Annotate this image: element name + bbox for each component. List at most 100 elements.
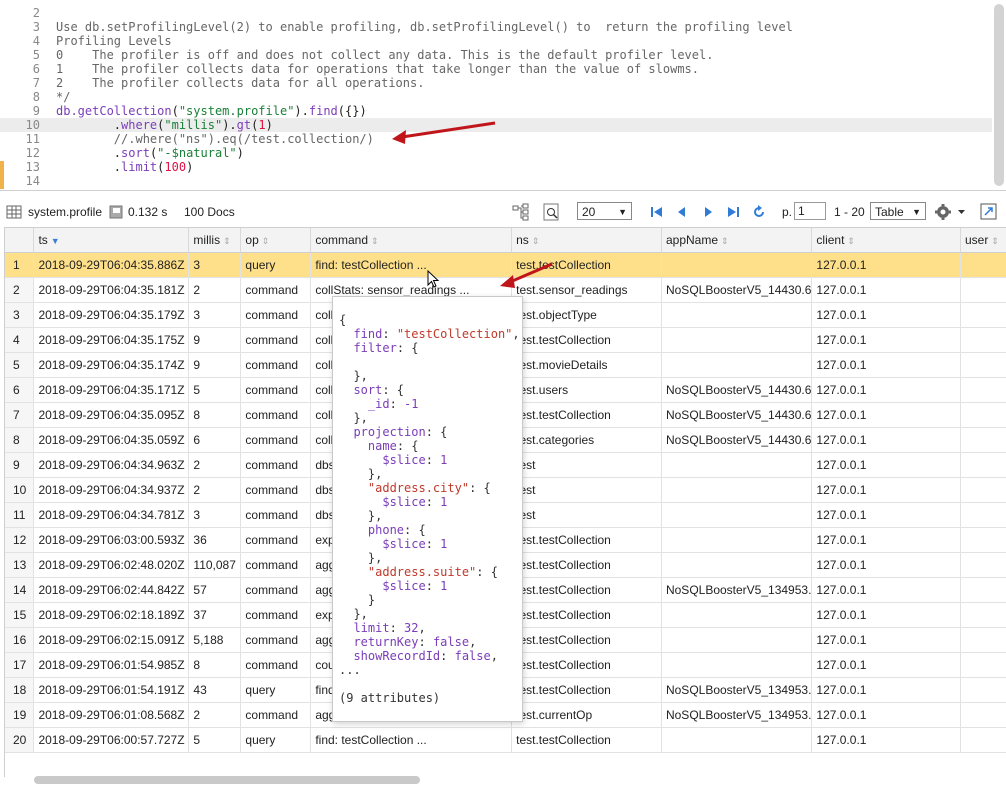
row-number[interactable]: 9 bbox=[5, 452, 35, 478]
cell-client[interactable]: 127.0.0.1 bbox=[811, 602, 961, 628]
cell-client[interactable]: 127.0.0.1 bbox=[811, 402, 961, 428]
column-header-command[interactable]: command ⇕ bbox=[310, 228, 513, 253]
column-header-millis[interactable]: millis ⇕ bbox=[188, 228, 242, 253]
editor-scrollbar[interactable] bbox=[994, 4, 1004, 186]
cell-user[interactable] bbox=[960, 502, 1006, 528]
row-number[interactable]: 18 bbox=[5, 677, 35, 703]
cell-appName[interactable] bbox=[661, 302, 813, 328]
first-page-icon[interactable] bbox=[650, 205, 664, 219]
cell-op[interactable]: command bbox=[240, 502, 312, 528]
cell-op[interactable]: command bbox=[240, 702, 312, 728]
cell-millis[interactable]: 36 bbox=[188, 527, 242, 553]
cell-user[interactable] bbox=[960, 602, 1006, 628]
cell-ts[interactable]: 2018-09-29T06:04:35.171Z bbox=[33, 377, 190, 403]
code-editor[interactable]: 2 3 Use db.setProfilingLevel(2) to enable … bbox=[0, 0, 1006, 191]
row-number[interactable]: 19 bbox=[5, 702, 35, 728]
cell-millis[interactable]: 2 bbox=[188, 477, 242, 503]
cell-millis[interactable]: 2 bbox=[188, 702, 242, 728]
cell-user[interactable] bbox=[960, 402, 1006, 428]
expand-panel-icon[interactable] bbox=[980, 198, 998, 226]
row-number[interactable]: 14 bbox=[5, 577, 35, 603]
column-header-op[interactable]: op ⇕ bbox=[240, 228, 312, 253]
cell-client[interactable]: 127.0.0.1 bbox=[811, 452, 961, 478]
cell-appName[interactable]: NoSQLBoosterV5_134953. bbox=[661, 702, 813, 728]
column-header-appName[interactable]: appName ⇕ bbox=[661, 228, 813, 253]
cell-ns[interactable]: test.testCollection bbox=[511, 727, 662, 753]
cell-ts[interactable]: 2018-09-29T06:04:35.886Z bbox=[33, 252, 190, 278]
cell-appName[interactable] bbox=[661, 252, 813, 278]
cell-millis[interactable]: 3 bbox=[188, 502, 242, 528]
cell-ns[interactable]: test.categories bbox=[511, 427, 662, 453]
cell-ts[interactable]: 2018-09-29T06:00:57.727Z bbox=[33, 727, 190, 753]
cell-op[interactable]: command bbox=[240, 577, 312, 603]
cell-millis[interactable]: 37 bbox=[188, 602, 242, 628]
cell-ns[interactable]: test.testCollection bbox=[511, 402, 662, 428]
cell-millis[interactable]: 3 bbox=[188, 302, 242, 328]
cell-op[interactable]: command bbox=[240, 377, 312, 403]
row-number[interactable]: 10 bbox=[5, 477, 35, 503]
cell-client[interactable]: 127.0.0.1 bbox=[811, 327, 961, 353]
cell-ns[interactable]: test.testCollection bbox=[511, 327, 662, 353]
cell-ts[interactable]: 2018-09-29T06:03:00.593Z bbox=[33, 527, 190, 553]
cell-ts[interactable]: 2018-09-29T06:04:35.095Z bbox=[33, 402, 190, 428]
cell-ts[interactable]: 2018-09-29T06:01:54.191Z bbox=[33, 677, 190, 703]
row-number[interactable]: 1 bbox=[5, 252, 35, 278]
page-number-input[interactable]: 1 bbox=[794, 202, 826, 220]
cell-client[interactable]: 127.0.0.1 bbox=[811, 502, 961, 528]
cell-ts[interactable]: 2018-09-29T06:01:08.568Z bbox=[33, 702, 190, 728]
cell-user[interactable] bbox=[960, 652, 1006, 678]
refresh-icon[interactable] bbox=[752, 205, 766, 219]
column-header-client[interactable]: client ⇕ bbox=[811, 228, 961, 253]
cell-user[interactable] bbox=[960, 702, 1006, 728]
cell-millis[interactable]: 3 bbox=[188, 252, 242, 278]
code-line[interactable]: 13 .limit(100) bbox=[0, 160, 992, 174]
tree-view-icon[interactable] bbox=[512, 198, 530, 226]
cell-op[interactable]: command bbox=[240, 527, 312, 553]
cell-appName[interactable]: NoSQLBoosterV5_134953. bbox=[661, 677, 813, 703]
cell-op[interactable]: command bbox=[240, 452, 312, 478]
row-number[interactable]: 7 bbox=[5, 402, 35, 428]
row-number[interactable]: 5 bbox=[5, 352, 35, 378]
cell-ts[interactable]: 2018-09-29T06:01:54.985Z bbox=[33, 652, 190, 678]
cell-op[interactable]: command bbox=[240, 402, 312, 428]
cell-millis[interactable]: 8 bbox=[188, 652, 242, 678]
cell-appName[interactable] bbox=[661, 652, 813, 678]
cell-ns[interactable]: test.testCollection bbox=[511, 677, 662, 703]
row-number[interactable]: 11 bbox=[5, 502, 35, 528]
cell-appName[interactable] bbox=[661, 627, 813, 653]
cell-appName[interactable] bbox=[661, 527, 813, 553]
cell-op[interactable]: command bbox=[240, 427, 312, 453]
cell-millis[interactable]: 43 bbox=[188, 677, 242, 703]
cell-user[interactable] bbox=[960, 302, 1006, 328]
cell-op[interactable]: command bbox=[240, 352, 312, 378]
cell-millis[interactable]: 9 bbox=[188, 352, 242, 378]
code-line[interactable]: 3 Use db.setProfilingLevel(2) to enable p… bbox=[0, 20, 992, 34]
cell-client[interactable]: 127.0.0.1 bbox=[811, 352, 961, 378]
cell-appName[interactable]: NoSQLBoosterV5_14430.6 bbox=[661, 377, 813, 403]
cell-millis[interactable]: 5,188 bbox=[188, 627, 242, 653]
view-mode-select[interactable]: Table ▼ bbox=[870, 202, 926, 220]
cell-user[interactable] bbox=[960, 727, 1006, 753]
cell-ns[interactable]: test.users bbox=[511, 377, 662, 403]
cell-ns[interactable]: test.testCollection bbox=[511, 602, 662, 628]
cell-ts[interactable]: 2018-09-29T06:02:44.842Z bbox=[33, 577, 190, 603]
cell-ts[interactable]: 2018-09-29T06:04:35.179Z bbox=[33, 302, 190, 328]
cell-millis[interactable]: 57 bbox=[188, 577, 242, 603]
cell-ts[interactable]: 2018-09-29T06:04:35.059Z bbox=[33, 427, 190, 453]
cell-ns[interactable]: test.testCollection bbox=[511, 652, 662, 678]
code-line[interactable]: 14 bbox=[0, 174, 992, 188]
cell-appName[interactable] bbox=[661, 502, 813, 528]
cell-ns[interactable]: test bbox=[511, 477, 662, 503]
cell-ns[interactable]: test.testCollection bbox=[511, 577, 662, 603]
cell-op[interactable]: command bbox=[240, 627, 312, 653]
row-number[interactable]: 17 bbox=[5, 652, 35, 678]
table-row[interactable]: 20 2018-09-29T06:00:57.727Z 5 query find: te… bbox=[5, 727, 1006, 753]
cell-user[interactable] bbox=[960, 452, 1006, 478]
settings-gear-icon[interactable] bbox=[934, 198, 966, 226]
row-number[interactable]: 8 bbox=[5, 427, 35, 453]
cell-millis[interactable]: 8 bbox=[188, 402, 242, 428]
cell-ns[interactable]: test bbox=[511, 452, 662, 478]
column-header-ns[interactable]: ns ⇕ bbox=[511, 228, 662, 253]
sort-icon[interactable]: ⇕ bbox=[223, 236, 231, 246]
cell-op[interactable]: command bbox=[240, 277, 312, 303]
